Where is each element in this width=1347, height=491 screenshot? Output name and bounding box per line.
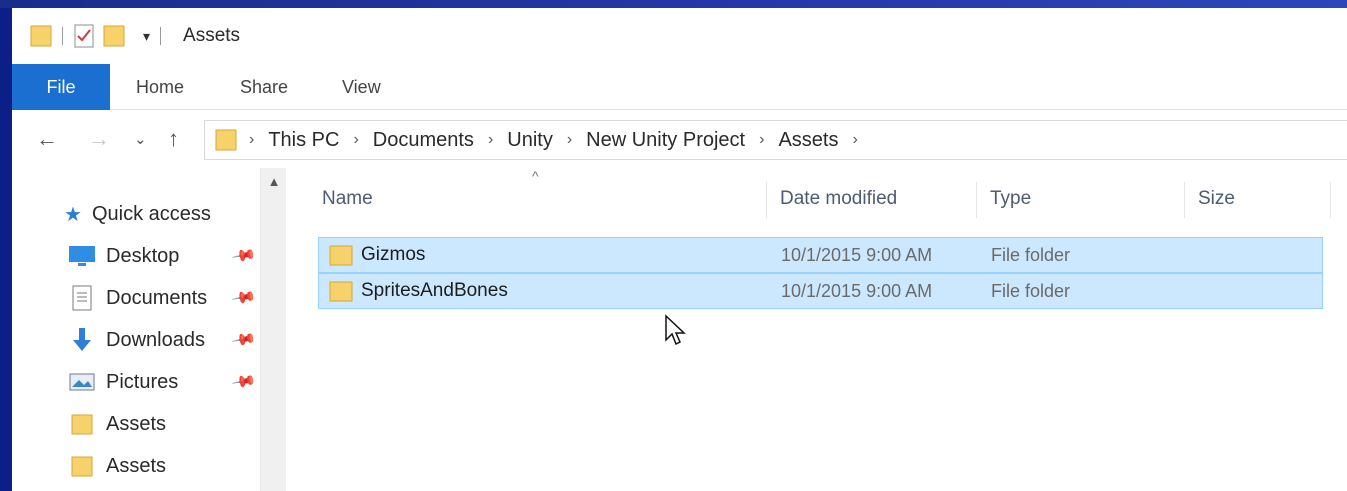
nav-item-pictures[interactable]: Pictures [68, 366, 178, 398]
file-list: ^ Name Date modified Type Size Gizmos 10… [286, 168, 1347, 491]
column-header-name[interactable]: Name [322, 188, 373, 210]
file-date-modified: 10/1/2015 9:00 AM [781, 281, 933, 301]
breadcrumb-chevron-icon[interactable]: › [488, 131, 493, 149]
pictures-icon [68, 369, 96, 395]
pin-icon[interactable]: 📌 [230, 242, 258, 270]
folder-icon[interactable] [30, 23, 52, 49]
folder-icon [68, 453, 96, 479]
separator [62, 27, 63, 45]
folder-icon [215, 129, 237, 151]
nav-item-label: Downloads [106, 328, 205, 351]
nav-item-desktop[interactable]: Desktop [68, 240, 179, 272]
file-type: File folder [991, 245, 1071, 265]
breadcrumb-chevron-icon[interactable]: › [353, 131, 358, 149]
desktop-icon [68, 243, 96, 269]
nav-item-label: Quick access [92, 202, 211, 225]
window-title: Assets [183, 25, 241, 46]
column-header-type[interactable]: Type [990, 188, 1031, 210]
up-arrow-icon[interactable]: ↑ [168, 126, 179, 152]
breadcrumb-chevron-icon[interactable]: › [567, 131, 572, 149]
file-row[interactable]: Gizmos 10/1/2015 9:00 AM File folder [318, 237, 1323, 273]
title-bar: ▾ Assets [12, 8, 1347, 64]
breadcrumb-chevron-icon[interactable]: › [249, 131, 254, 149]
forward-arrow-icon[interactable]: → [88, 126, 110, 152]
nav-item-label: Assets [106, 454, 167, 477]
nav-item-label: Documents [106, 286, 208, 309]
breadcrumb-assets[interactable]: Assets [778, 129, 838, 152]
customize-quick-access-dropdown-icon[interactable]: ▾ [143, 28, 150, 45]
column-divider[interactable] [1184, 182, 1185, 218]
documents-icon [68, 285, 96, 311]
file-name: Gizmos [361, 244, 426, 265]
desktop-background-strip [0, 0, 1347, 8]
file-date-modified: 10/1/2015 9:00 AM [781, 245, 933, 265]
navigation-pane: ★ Quick access Desktop 📌 Documents 📌 Dow… [12, 168, 286, 491]
nav-item-assets[interactable]: Assets [68, 408, 166, 440]
file-type: File folder [991, 281, 1071, 301]
download-icon [68, 327, 96, 353]
nav-item-quick-access[interactable]: ★ Quick access [62, 198, 211, 230]
pin-icon[interactable]: 📌 [230, 368, 258, 396]
nav-item-documents[interactable]: Documents [68, 282, 207, 314]
ribbon-tabs: File Home Share View [12, 64, 1347, 110]
address-bar[interactable]: › This PC › Documents › Unity › New Unit… [204, 120, 1347, 160]
nav-item-label: Pictures [106, 370, 179, 393]
tab-share[interactable]: Share [240, 64, 288, 110]
breadcrumb-this-pc[interactable]: This PC [268, 129, 339, 152]
mouse-cursor-icon [665, 314, 686, 346]
column-divider[interactable] [1330, 182, 1331, 218]
folder-icon [68, 411, 96, 437]
separator [160, 27, 162, 45]
breadcrumb-chevron-icon[interactable]: › [852, 131, 857, 149]
pin-icon[interactable]: 📌 [230, 326, 258, 354]
column-divider[interactable] [976, 182, 977, 218]
nav-item-label: Desktop [106, 244, 180, 267]
address-row: ← → ⌄ ↑ › This PC › Documents › Unity › … [12, 116, 1347, 164]
properties-icon[interactable] [73, 23, 95, 49]
pin-icon[interactable]: 📌 [230, 284, 258, 312]
file-row[interactable]: SpritesAndBones 10/1/2015 9:00 AM File f… [318, 273, 1323, 309]
recent-locations-chevron-icon[interactable]: ⌄ [134, 130, 147, 148]
breadcrumb-unity[interactable]: Unity [507, 129, 553, 152]
nav-pane-scrollbar[interactable]: ▲ [260, 168, 286, 491]
folder-icon [329, 245, 353, 266]
column-header-date-modified[interactable]: Date modified [780, 188, 897, 210]
breadcrumb-new-unity-project[interactable]: New Unity Project [586, 129, 745, 152]
sort-ascending-icon: ^ [532, 168, 539, 184]
scroll-up-arrow-icon[interactable]: ▲ [261, 174, 287, 189]
back-arrow-icon[interactable]: ← [36, 126, 58, 152]
tab-file[interactable]: File [12, 64, 110, 110]
nav-item-label: Assets [106, 412, 167, 435]
tab-view[interactable]: View [342, 64, 381, 110]
file-explorer-window: ▾ Assets File Home Share View ← → ⌄ ↑ › … [12, 8, 1347, 491]
column-divider[interactable] [766, 182, 767, 218]
tab-home[interactable]: Home [136, 64, 184, 110]
breadcrumb-chevron-icon[interactable]: › [759, 131, 764, 149]
nav-item-assets[interactable]: Assets [68, 450, 166, 482]
breadcrumb-documents[interactable]: Documents [373, 129, 474, 152]
file-name: SpritesAndBones [361, 280, 508, 301]
star-icon: ★ [64, 203, 82, 226]
new-folder-icon[interactable] [103, 23, 125, 49]
folder-icon [329, 281, 353, 302]
column-header-size[interactable]: Size [1198, 188, 1235, 210]
nav-item-downloads[interactable]: Downloads [68, 324, 205, 356]
